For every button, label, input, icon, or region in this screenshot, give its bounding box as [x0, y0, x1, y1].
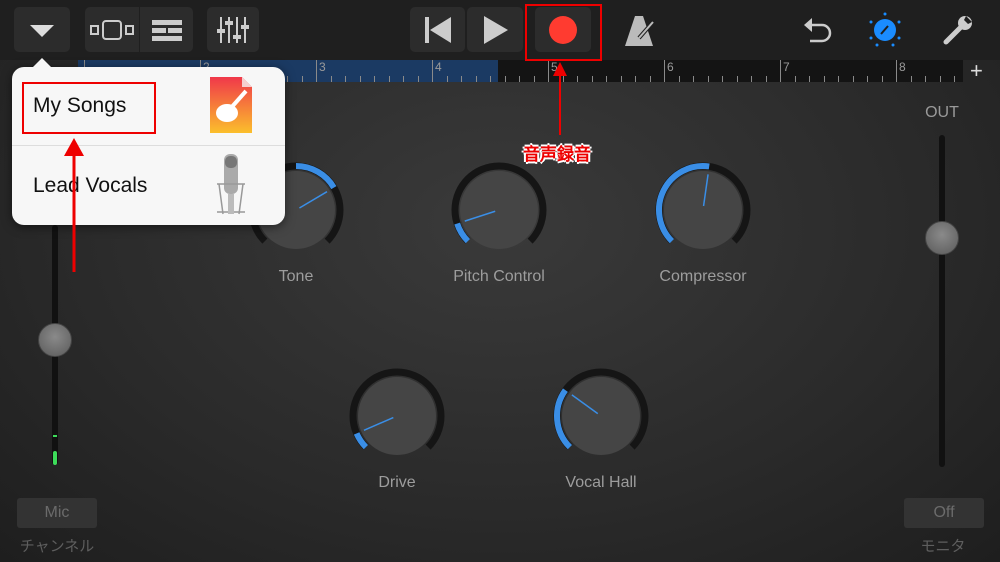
annotation-arrows: [64, 62, 567, 272]
record-annotation-label: 音声録音: [523, 145, 591, 164]
